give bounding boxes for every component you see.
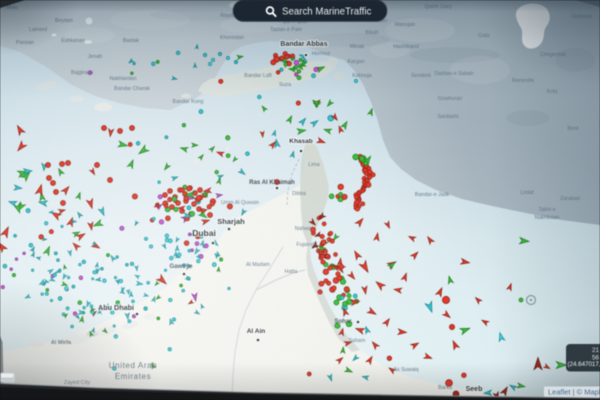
svg-text:Nakhiardan: Nakhiardan [109,76,136,82]
svg-text:Molu: Molu [6,5,18,11]
svg-text:Hatta: Hatta [285,269,298,275]
svg-text:Gowhuran: Gowhuran [438,96,462,102]
svg-text:Al Mirfa: Al Mirfa [51,340,72,346]
svg-text:Zarabad: Zarabad [560,196,580,202]
svg-text:Senderk: Senderk [411,73,431,79]
svg-text:Rameshk: Rameshk [512,78,535,84]
svg-text:56: 56 [592,355,600,362]
svg-text:Khasab: Khasab [289,138,313,145]
svg-text:Bandar Kong: Bandar Kong [173,99,204,105]
svg-text:Beytam: Beytam [55,18,74,24]
svg-text:Fujairah: Fujairah [296,242,315,248]
svg-text:Dubai: Dubai [192,228,216,238]
svg-text:Jenah: Jenah [88,54,102,60]
svg-text:Ras Al Khaimah: Ras Al Khaimah [249,180,295,186]
svg-text:Takht-e: Takht-e [538,207,555,213]
svg-text:Sharjah: Sharjah [217,217,245,226]
svg-text:Qal-e Qazi: Qal-e Qazi [282,19,307,25]
svg-text:Nahwa: Nahwa [295,226,312,232]
svg-text:Kargan: Kargan [347,59,364,65]
svg-text:Barka: Barka [438,385,452,391]
svg-text:Gala: Gala [478,33,489,39]
svg-text:Dibba: Dibba [292,191,306,197]
svg-text:United Arab: United Arab [109,361,157,370]
svg-text:Umm Al Quwain: Umm Al Quwain [221,200,259,206]
svg-text:21: 21 [592,347,600,354]
svg-text:Manujan: Manujan [395,22,415,28]
svg-text:Hormuz: Hormuz [312,51,331,57]
svg-text:Emirates: Emirates [115,372,151,381]
svg-text:Darban-e Sabah: Darban-e Sabah [435,71,474,77]
svg-text:Roudan: Roudan [369,18,388,24]
svg-text:Bandar Charak: Bandar Charak [114,86,150,92]
svg-text:Lamerd: Lamerd [29,27,47,33]
svg-text:Bent: Bent [568,126,579,132]
svg-text:Eshkanan: Eshkanan [61,38,85,44]
svg-text:Rayda: Rayda [220,13,235,19]
svg-text:Chegerdak: Chegerdak [540,52,566,58]
svg-text:(24.647017, 5: (24.647017, 5 [568,361,600,368]
svg-text:Parsian: Parsian [16,40,34,46]
svg-text:Zayed City: Zayed City [64,380,91,386]
svg-text:Abu Dhabi: Abu Dhabi [98,303,134,312]
svg-text:Bandar Laft: Bandar Laft [244,73,272,79]
svg-text:Al Madam: Al Madam [246,262,270,268]
svg-text:Tazian-e Pain: Tazian-e Pain [270,27,302,33]
svg-text:Search MarineTraffic: Search MarineTraffic [282,7,372,18]
svg-text:Bandar Abbas: Bandar Abbas [280,41,327,48]
svg-text:Saham: Saham [349,338,366,344]
svg-text:Sardasht: Sardasht [437,114,459,120]
svg-text:Seeb: Seeb [466,386,483,393]
svg-text:Hashtband: Hashtband [393,44,419,50]
svg-text:As Suwaiq: As Suwaiq [393,367,418,373]
svg-text:Bajgirash: Bajgirash [71,70,93,76]
svg-text:Bikah: Bikah [365,30,378,36]
svg-text:Kohj: Kohj [547,89,558,95]
svg-text:Minab: Minab [350,44,364,50]
svg-text:Leaflet | © Mapbox: Leaflet | © Mapbox [548,388,600,397]
svg-text:Khorestan: Khorestan [220,35,244,41]
svg-text:Nakhlistan: Nakhlistan [535,215,560,221]
svg-text:Gawoye: Gawoye [169,264,193,270]
svg-text:Sohar: Sohar [334,319,352,325]
svg-text:Suza: Suza [279,82,291,88]
svg-text:Bastak: Bastak [123,38,140,44]
svg-text:Golmorti: Golmorti [572,14,592,20]
svg-text:Lima: Lima [308,162,320,168]
svg-text:Lirdaf: Lirdaf [520,190,534,196]
svg-text:Kahnuja: Kahnuja [352,73,371,79]
svg-text:Bandar-e Jask: Bandar-e Jask [415,192,450,198]
svg-text:Al Ain: Al Ain [247,328,266,335]
svg-text:Qaleh Ganj: Qaleh Ganj [425,4,452,10]
